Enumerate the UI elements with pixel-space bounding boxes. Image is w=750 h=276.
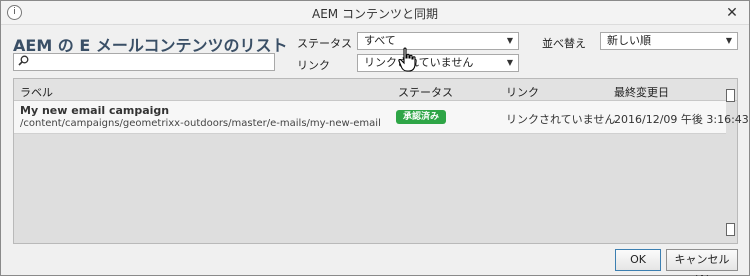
sort-select[interactable]: 新しい順 ▼: [600, 32, 738, 50]
chevron-down-icon: ▼: [725, 36, 732, 45]
sort-label: 並べ替え: [542, 37, 586, 50]
scroll-down-handle[interactable]: [726, 223, 735, 236]
chevron-down-icon: ▼: [506, 58, 513, 67]
row-path: /content/campaigns/geometrixx-outdoors/m…: [20, 118, 381, 129]
search-input[interactable]: [32, 55, 270, 69]
scroll-up-handle[interactable]: [726, 89, 735, 102]
row-title: My new email campaign: [20, 104, 170, 117]
status-filter-label: ステータス: [297, 37, 352, 50]
status-filter-value: すべて: [364, 34, 396, 47]
status-filter-select[interactable]: すべて ▼: [357, 32, 519, 50]
chevron-down-icon: ▼: [506, 36, 513, 45]
hand-cursor-icon: [398, 47, 416, 72]
close-button[interactable]: ✕: [722, 4, 742, 22]
dialog-window: i AEM コンテンツと同期 ✕ AEM の E メールコンテンツのリスト ステ…: [0, 0, 750, 276]
column-header-modified[interactable]: 最終変更日: [614, 84, 669, 100]
column-header-link[interactable]: リンク: [506, 84, 539, 100]
content-table: ラベル ステータス リンク 最終変更日 My new email campaig…: [13, 78, 749, 244]
table-row[interactable]: My new email campaign /content/campaigns…: [14, 101, 749, 134]
column-header-label[interactable]: ラベル: [20, 84, 53, 100]
ok-button[interactable]: OK: [615, 249, 661, 271]
search-icon: [18, 55, 29, 69]
link-filter-label: リンク: [297, 59, 330, 72]
search-field[interactable]: [13, 53, 275, 71]
window-title: AEM コンテンツと同期: [312, 7, 438, 21]
sort-value: 新しい順: [607, 34, 651, 47]
status-badge[interactable]: 承認済み: [396, 110, 446, 124]
link-filter-select[interactable]: リンクされていません ▼: [357, 54, 519, 72]
cancel-button[interactable]: キャンセル(A): [666, 249, 738, 276]
scrollbar[interactable]: [725, 85, 735, 237]
title-bar: i AEM コンテンツと同期 ✕: [1, 1, 749, 25]
column-header-status[interactable]: ステータス: [398, 84, 453, 100]
row-link-status: リンクされていません: [506, 113, 616, 126]
table-header: ラベル ステータス リンク 最終変更日: [14, 79, 737, 101]
